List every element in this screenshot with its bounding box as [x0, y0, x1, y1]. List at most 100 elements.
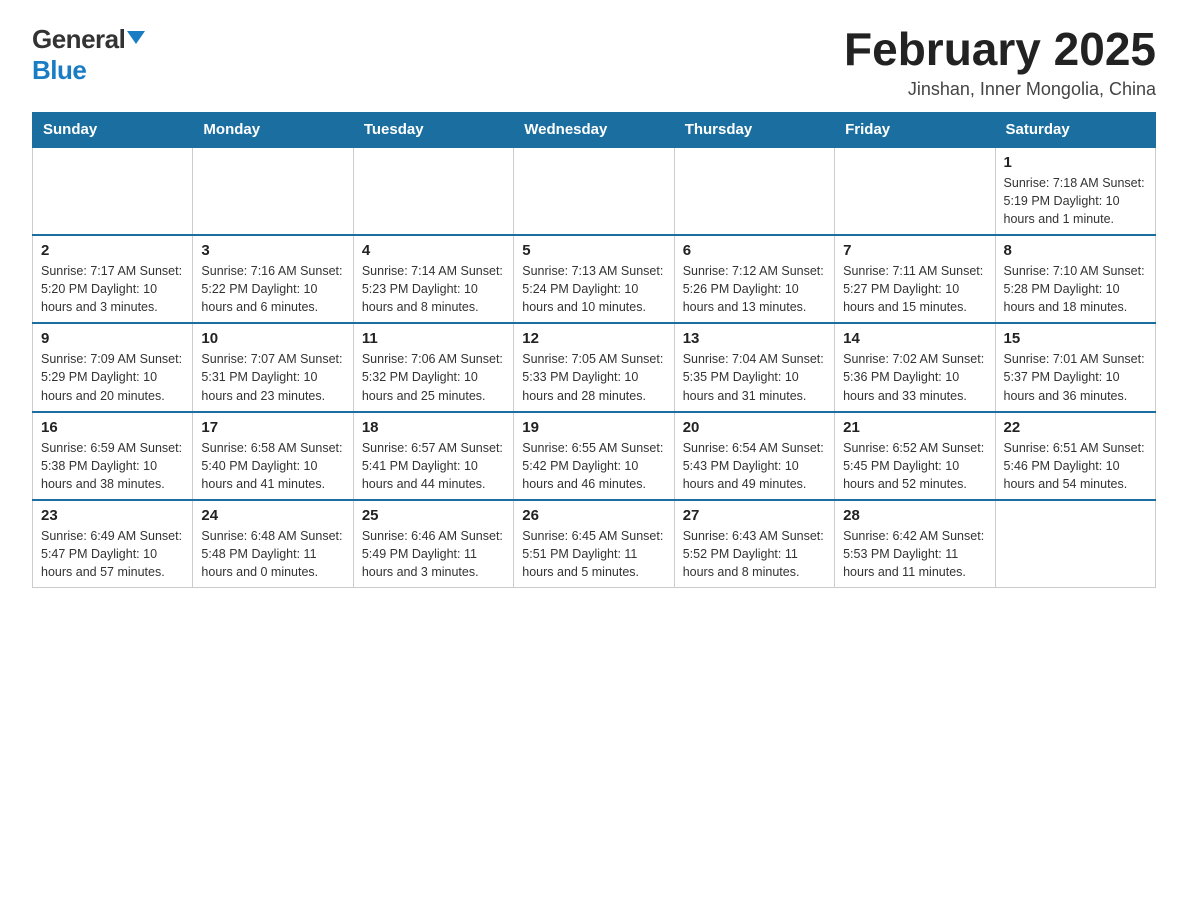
day-number: 13 — [683, 330, 826, 347]
location-text: Jinshan, Inner Mongolia, China — [844, 79, 1156, 100]
calendar-cell: 14 Sunrise: 7:02 AM Sunset: 5:36 PM Dayli… — [835, 323, 995, 411]
calendar-cell — [514, 147, 674, 235]
calendar-cell: 26 Sunrise: 6:45 AM Sunset: 5:51 PM Dayli… — [514, 500, 674, 588]
day-number: 20 — [683, 419, 826, 436]
calendar-header-tuesday: Tuesday — [353, 112, 513, 147]
calendar-cell — [33, 147, 193, 235]
calendar-cell: 4Sunrise: 7:14 AM Sunset: 5:23 PM Daylig… — [353, 235, 513, 323]
calendar-header-sunday: Sunday — [33, 112, 193, 147]
day-number: 17 — [201, 419, 344, 436]
day-number: 15 — [1004, 330, 1147, 347]
day-info: Sunrise: 7:02 AM Sunset: 5:36 PM Dayligh… — [843, 350, 986, 404]
day-info: Sunrise: 7:13 AM Sunset: 5:24 PM Dayligh… — [522, 262, 665, 316]
day-info: Sunrise: 6:51 AM Sunset: 5:46 PM Dayligh… — [1004, 439, 1147, 493]
calendar-cell — [353, 147, 513, 235]
day-number: 6 — [683, 242, 826, 259]
day-number: 25 — [362, 507, 505, 524]
calendar-cell: 28 Sunrise: 6:42 AM Sunset: 5:53 PM Dayli… — [835, 500, 995, 588]
calendar-cell: 19 Sunrise: 6:55 AM Sunset: 5:42 PM Dayli… — [514, 412, 674, 500]
day-number: 27 — [683, 507, 826, 524]
day-info: Sunrise: 6:46 AM Sunset: 5:49 PM Dayligh… — [362, 527, 505, 581]
day-number: 11 — [362, 330, 505, 347]
calendar-cell — [995, 500, 1155, 588]
calendar-cell: 18 Sunrise: 6:57 AM Sunset: 5:41 PM Dayli… — [353, 412, 513, 500]
day-info: Sunrise: 6:59 AM Sunset: 5:38 PM Dayligh… — [41, 439, 184, 493]
calendar-header-thursday: Thursday — [674, 112, 834, 147]
day-number: 12 — [522, 330, 665, 347]
calendar-cell: 8 Sunrise: 7:10 AM Sunset: 5:28 PM Daylig… — [995, 235, 1155, 323]
day-info: Sunrise: 7:12 AM Sunset: 5:26 PM Dayligh… — [683, 262, 826, 316]
day-number: 9 — [41, 330, 184, 347]
day-number: 18 — [362, 419, 505, 436]
calendar-cell: 22Sunrise: 6:51 AM Sunset: 5:46 PM Dayli… — [995, 412, 1155, 500]
day-info: Sunrise: 6:42 AM Sunset: 5:53 PM Dayligh… — [843, 527, 986, 581]
logo-blue-text: Blue — [32, 55, 86, 86]
day-info: Sunrise: 7:05 AM Sunset: 5:33 PM Dayligh… — [522, 350, 665, 404]
month-title: February 2025 — [844, 24, 1156, 75]
day-number: 14 — [843, 330, 986, 347]
day-number: 24 — [201, 507, 344, 524]
day-number: 5 — [522, 242, 665, 259]
day-info: Sunrise: 7:06 AM Sunset: 5:32 PM Dayligh… — [362, 350, 505, 404]
calendar-cell — [193, 147, 353, 235]
calendar-cell — [835, 147, 995, 235]
day-info: Sunrise: 7:10 AM Sunset: 5:28 PM Dayligh… — [1004, 262, 1147, 316]
day-info: Sunrise: 6:54 AM Sunset: 5:43 PM Dayligh… — [683, 439, 826, 493]
day-number: 23 — [41, 507, 184, 524]
day-info: Sunrise: 7:16 AM Sunset: 5:22 PM Dayligh… — [201, 262, 344, 316]
day-number: 1 — [1004, 154, 1147, 171]
calendar-cell: 9 Sunrise: 7:09 AM Sunset: 5:29 PM Daylig… — [33, 323, 193, 411]
day-number: 16 — [41, 419, 184, 436]
day-info: Sunrise: 6:45 AM Sunset: 5:51 PM Dayligh… — [522, 527, 665, 581]
calendar-week-row: 16 Sunrise: 6:59 AM Sunset: 5:38 PM Dayli… — [33, 412, 1156, 500]
day-number: 10 — [201, 330, 344, 347]
calendar-cell: 17 Sunrise: 6:58 AM Sunset: 5:40 PM Dayli… — [193, 412, 353, 500]
day-info: Sunrise: 7:01 AM Sunset: 5:37 PM Dayligh… — [1004, 350, 1147, 404]
day-number: 19 — [522, 419, 665, 436]
day-info: Sunrise: 6:43 AM Sunset: 5:52 PM Dayligh… — [683, 527, 826, 581]
calendar-header-saturday: Saturday — [995, 112, 1155, 147]
day-number: 28 — [843, 507, 986, 524]
day-number: 3 — [201, 242, 344, 259]
calendar-cell: 1 Sunrise: 7:18 AM Sunset: 5:19 PM Daylig… — [995, 147, 1155, 235]
day-number: 2 — [41, 242, 184, 259]
day-info: Sunrise: 6:57 AM Sunset: 5:41 PM Dayligh… — [362, 439, 505, 493]
calendar-cell: 10 Sunrise: 7:07 AM Sunset: 5:31 PM Dayli… — [193, 323, 353, 411]
calendar-week-row: 23 Sunrise: 6:49 AM Sunset: 5:47 PM Dayli… — [33, 500, 1156, 588]
calendar-header-monday: Monday — [193, 112, 353, 147]
day-info: Sunrise: 7:17 AM Sunset: 5:20 PM Dayligh… — [41, 262, 184, 316]
day-info: Sunrise: 7:11 AM Sunset: 5:27 PM Dayligh… — [843, 262, 986, 316]
day-info: Sunrise: 6:55 AM Sunset: 5:42 PM Dayligh… — [522, 439, 665, 493]
day-info: Sunrise: 6:49 AM Sunset: 5:47 PM Dayligh… — [41, 527, 184, 581]
logo-general-text: General — [32, 24, 125, 55]
day-number: 26 — [522, 507, 665, 524]
calendar-cell: 20 Sunrise: 6:54 AM Sunset: 5:43 PM Dayli… — [674, 412, 834, 500]
day-info: Sunrise: 7:07 AM Sunset: 5:31 PM Dayligh… — [201, 350, 344, 404]
calendar-week-row: 2 Sunrise: 7:17 AM Sunset: 5:20 PM Daylig… — [33, 235, 1156, 323]
day-number: 8 — [1004, 242, 1147, 259]
calendar-table: SundayMondayTuesdayWednesdayThursdayFrid… — [32, 112, 1156, 589]
day-info: Sunrise: 7:04 AM Sunset: 5:35 PM Dayligh… — [683, 350, 826, 404]
day-number: 4 — [362, 242, 505, 259]
calendar-cell: 12 Sunrise: 7:05 AM Sunset: 5:33 PM Dayli… — [514, 323, 674, 411]
calendar-cell: 3 Sunrise: 7:16 AM Sunset: 5:22 PM Daylig… — [193, 235, 353, 323]
calendar-week-row: 9 Sunrise: 7:09 AM Sunset: 5:29 PM Daylig… — [33, 323, 1156, 411]
calendar-cell: 24 Sunrise: 6:48 AM Sunset: 5:48 PM Dayli… — [193, 500, 353, 588]
calendar-cell: 15 Sunrise: 7:01 AM Sunset: 5:37 PM Dayli… — [995, 323, 1155, 411]
day-info: Sunrise: 7:09 AM Sunset: 5:29 PM Dayligh… — [41, 350, 184, 404]
calendar-cell: 6 Sunrise: 7:12 AM Sunset: 5:26 PM Daylig… — [674, 235, 834, 323]
calendar-cell: 21Sunrise: 6:52 AM Sunset: 5:45 PM Dayli… — [835, 412, 995, 500]
calendar-cell: 16 Sunrise: 6:59 AM Sunset: 5:38 PM Dayli… — [33, 412, 193, 500]
calendar-week-row: 1 Sunrise: 7:18 AM Sunset: 5:19 PM Daylig… — [33, 147, 1156, 235]
title-block: February 2025 Jinshan, Inner Mongolia, C… — [844, 24, 1156, 100]
day-info: Sunrise: 7:18 AM Sunset: 5:19 PM Dayligh… — [1004, 174, 1147, 228]
calendar-cell: 23 Sunrise: 6:49 AM Sunset: 5:47 PM Dayli… — [33, 500, 193, 588]
calendar-header-friday: Friday — [835, 112, 995, 147]
day-info: Sunrise: 6:58 AM Sunset: 5:40 PM Dayligh… — [201, 439, 344, 493]
day-info: Sunrise: 6:48 AM Sunset: 5:48 PM Dayligh… — [201, 527, 344, 581]
calendar-cell: 25 Sunrise: 6:46 AM Sunset: 5:49 PM Dayli… — [353, 500, 513, 588]
calendar-cell: 5 Sunrise: 7:13 AM Sunset: 5:24 PM Daylig… — [514, 235, 674, 323]
day-info: Sunrise: 6:52 AM Sunset: 5:45 PM Dayligh… — [843, 439, 986, 493]
page-header: General Blue February 2025 Jinshan, Inne… — [32, 24, 1156, 100]
calendar-cell: 2 Sunrise: 7:17 AM Sunset: 5:20 PM Daylig… — [33, 235, 193, 323]
